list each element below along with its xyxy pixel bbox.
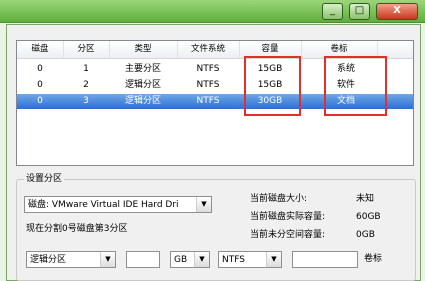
volume-label-caption: 卷标 [364, 254, 383, 264]
current-partition-info: 现在分割0号磁盘第3分区 [26, 224, 128, 234]
disk-size-value: 未知 [356, 194, 375, 204]
table-row[interactable]: 0 2 逻辑分区 NTFS 15GB 软件 [17, 78, 413, 93]
partition-size-input[interactable] [126, 251, 160, 268]
maximize-icon: □ [354, 5, 365, 16]
title-bar: _ □ X [0, 0, 425, 23]
disk-select[interactable]: 磁盘: VMware Virtual IDE Hard Dri ▼ [24, 196, 212, 213]
volume-label-input[interactable] [292, 251, 358, 268]
cell-disk: 0 [37, 80, 43, 90]
partition-type-value: 逻辑分区 [30, 255, 67, 265]
chevron-down-icon: ▼ [266, 252, 281, 267]
chevron-down-icon: ▼ [100, 252, 115, 267]
column-header-capacity[interactable]: 容量 [239, 41, 302, 58]
cell-label: 系统 [336, 64, 355, 74]
cell-label: 软件 [336, 80, 355, 90]
close-button[interactable]: X [376, 3, 418, 20]
cell-filesystem: NTFS [196, 80, 220, 90]
partition-list[interactable]: 磁盘 分区 类型 文件系统 容量 卷标 0 1 主要分区 NTFS 15GB 系… [16, 40, 414, 166]
close-icon: X [393, 5, 401, 16]
cell-filesystem: NTFS [196, 96, 220, 106]
unallocated-value: 0GB [356, 230, 375, 240]
column-header-type[interactable]: 类型 [109, 41, 178, 58]
cell-capacity: 30GB [257, 96, 283, 106]
cell-disk: 0 [37, 64, 43, 74]
partition-type-select[interactable]: 逻辑分区 ▼ [26, 251, 116, 268]
unallocated-label: 当前未分空间容量: [250, 230, 326, 240]
cell-label: 文档 [336, 96, 355, 106]
table-row[interactable]: 0 1 主要分区 NTFS 15GB 系统 [17, 62, 413, 77]
cell-partition: 3 [83, 96, 89, 106]
disk-size-label: 当前磁盘大小: [250, 194, 308, 204]
cell-disk: 0 [37, 96, 43, 106]
disk-capacity-label: 当前磁盘实际容量: [250, 212, 326, 222]
cell-type: 逻辑分区 [124, 96, 161, 106]
list-header: 磁盘 分区 类型 文件系统 容量 卷标 [17, 41, 413, 59]
unit-select[interactable]: GB ▼ [170, 251, 210, 268]
disk-capacity-value: 60GB [356, 212, 381, 222]
column-header-partition[interactable]: 分区 [63, 41, 110, 58]
cell-capacity: 15GB [257, 64, 283, 74]
column-header-disk[interactable]: 磁盘 [17, 41, 64, 58]
filesystem-select[interactable]: NTFS ▼ [218, 251, 282, 268]
minimize-icon: _ [330, 5, 335, 16]
settings-group-title: 设置分区 [24, 174, 65, 184]
column-header-filesystem[interactable]: 文件系统 [177, 41, 240, 58]
disk-select-value: 磁盘: VMware Virtual IDE Hard Dri [28, 200, 179, 210]
filesystem-value: NTFS [222, 255, 245, 265]
cell-type: 逻辑分区 [124, 80, 161, 90]
chevron-down-icon: ▼ [196, 197, 211, 212]
cell-capacity: 15GB [257, 80, 283, 90]
minimize-button[interactable]: _ [322, 3, 343, 20]
cell-partition: 1 [83, 64, 89, 74]
table-row-selected[interactable]: 0 3 逻辑分区 NTFS 30GB 文档 [17, 94, 413, 109]
column-header-label[interactable]: 卷标 [301, 41, 378, 58]
cell-type: 主要分区 [124, 64, 161, 74]
cell-partition: 2 [83, 80, 89, 90]
unit-value: GB [174, 255, 188, 265]
maximize-button[interactable]: □ [349, 3, 370, 20]
chevron-down-icon: ▼ [194, 252, 209, 267]
cell-filesystem: NTFS [196, 64, 220, 74]
